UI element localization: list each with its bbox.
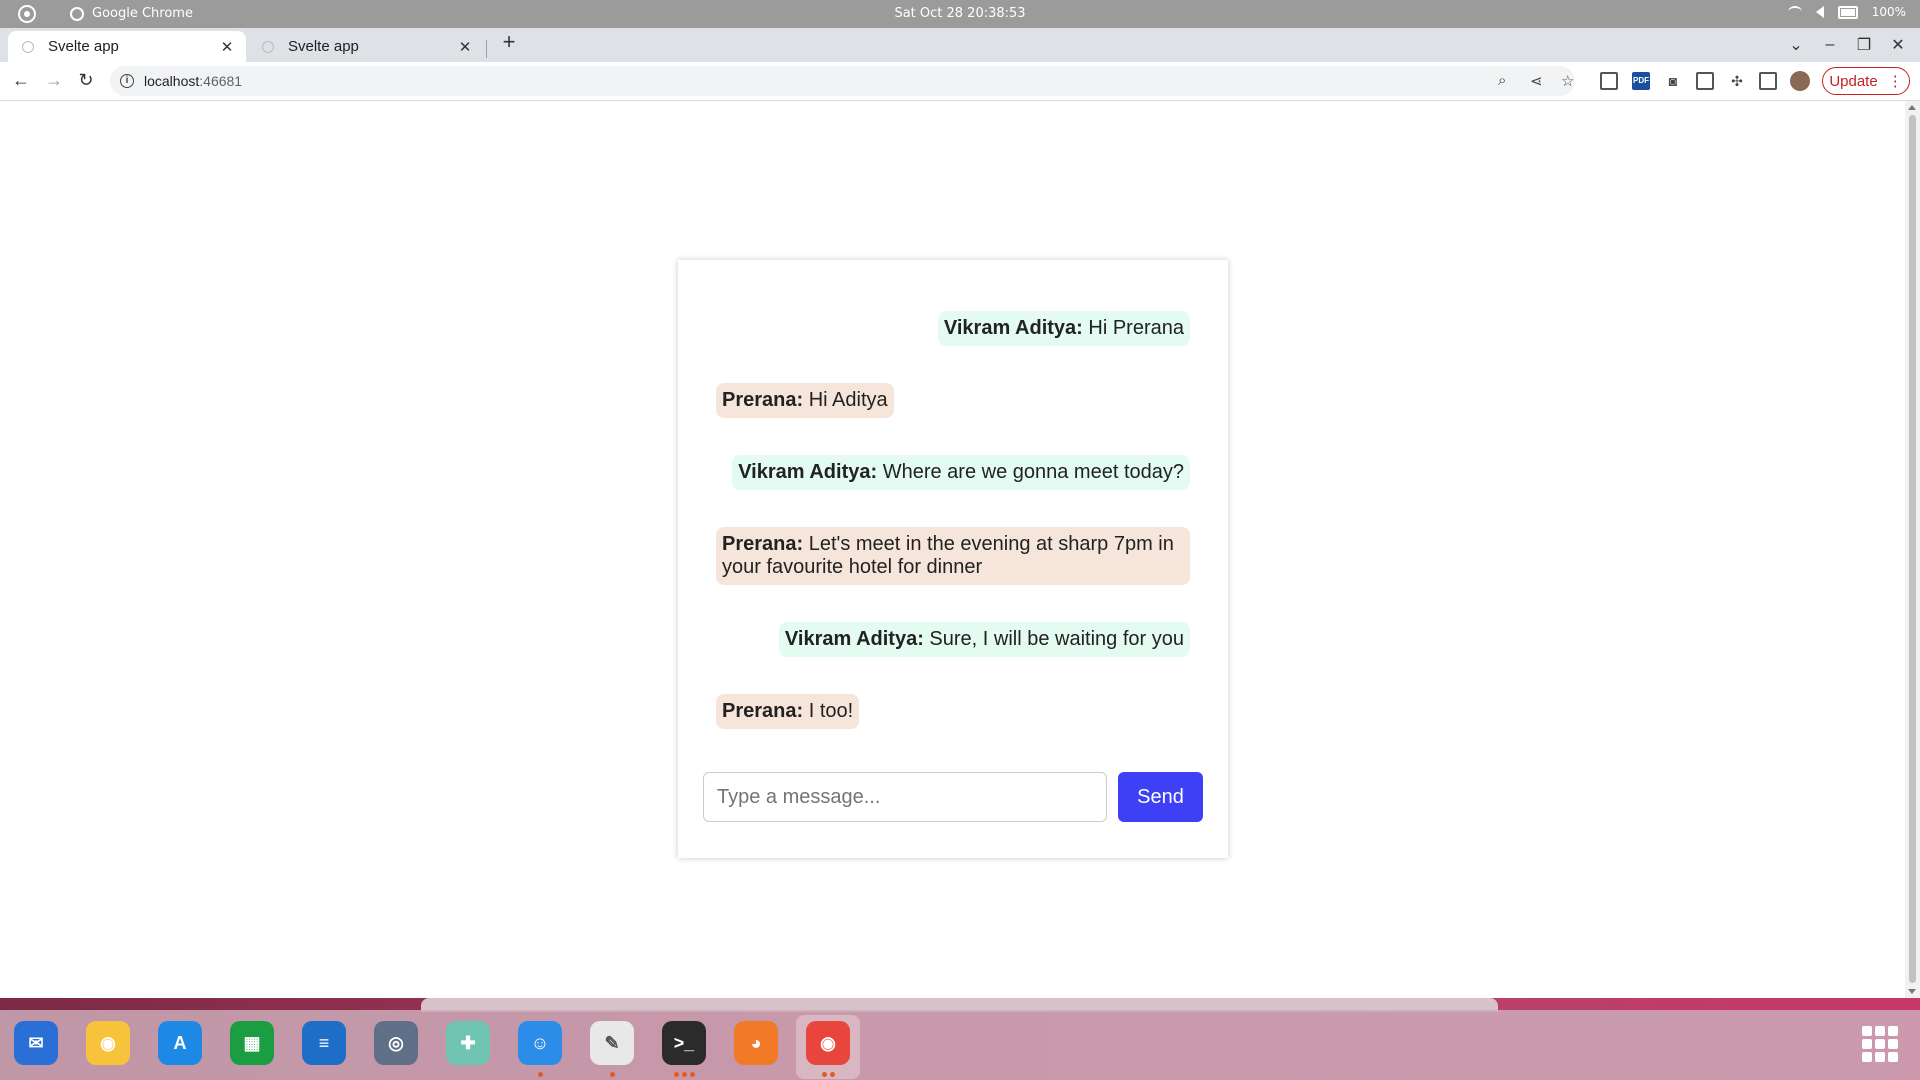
- running-indicator: [682, 1072, 687, 1077]
- side-panel-icon[interactable]: [1759, 72, 1777, 90]
- tab-strip: Svelte app ✕ Svelte app ✕: [0, 28, 1920, 62]
- os-top-bar: Google Chrome Sat Oct 28 20:38:53 100%: [0, 0, 1920, 28]
- clock[interactable]: Sat Oct 28 20:38:53: [0, 6, 1920, 21]
- back-icon[interactable]: ←: [10, 70, 32, 91]
- chat-window: Vikram Aditya: Hi Prerana Prerana: Hi Ad…: [678, 260, 1228, 858]
- message-row: Vikram Aditya: Sure, I will be waiting f…: [716, 622, 1190, 657]
- writer-icon[interactable]: ≡: [302, 1021, 346, 1065]
- message-composer: Send: [703, 772, 1203, 822]
- message-bubble-sent: Vikram Aditya: Hi Prerana: [937, 311, 1190, 346]
- dock: [0, 1010, 1920, 1080]
- message-input[interactable]: [703, 772, 1107, 822]
- system-tray[interactable]: 100%: [1787, 5, 1906, 19]
- tab-close-icon[interactable]: ✕: [456, 38, 474, 56]
- message-sender: Vikram Aditya:: [943, 317, 1083, 339]
- tab-favicon: [22, 40, 34, 53]
- message-text: Sure, I will be waiting for you: [923, 628, 1184, 650]
- calc-icon[interactable]: ▦: [230, 1021, 274, 1065]
- running-indicator: [822, 1072, 827, 1077]
- message-sender: Prerana:: [722, 389, 804, 411]
- bookmark-star-icon[interactable]: ☆: [1561, 72, 1574, 90]
- reload-icon[interactable]: ↻: [75, 70, 97, 91]
- message-row: Prerana: Hi Aditya: [716, 383, 1190, 418]
- message-text: Where are we gonna meet today?: [877, 461, 1184, 483]
- message-row: Vikram Aditya: Hi Prerana: [716, 311, 1190, 346]
- extension-icon[interactable]: [1600, 72, 1618, 90]
- show-apps-icon[interactable]: [1862, 1026, 1898, 1062]
- message-sender: Vikram Aditya:: [784, 628, 924, 650]
- profile-avatar[interactable]: [1790, 71, 1810, 91]
- close-window-icon[interactable]: ✕: [1890, 35, 1906, 55]
- scroll-down-icon[interactable]: [1908, 989, 1916, 994]
- message-bubble-sent: Vikram Aditya: Sure, I will be waiting f…: [778, 622, 1190, 657]
- message-text: Hi Aditya: [803, 389, 888, 411]
- message-bubble-received: Prerana: Hi Aditya: [716, 383, 894, 418]
- message-text: I too!: [803, 700, 854, 722]
- page-scrollbar[interactable]: [1905, 101, 1920, 998]
- message-bubble-received: Prerana: I too!: [716, 694, 860, 729]
- volume-icon: [1815, 6, 1824, 18]
- running-indicator: [538, 1072, 543, 1077]
- forward-icon[interactable]: →: [43, 70, 65, 91]
- battery-level: 100%: [1871, 5, 1906, 19]
- chrome-icon[interactable]: ◉: [806, 1021, 850, 1065]
- camera-icon[interactable]: ◙: [1664, 72, 1682, 90]
- browser-toolbar: ← → ↻ i localhost:46681 ⌕ ⋖ ☆ PDF ◙ ✣ Up…: [0, 62, 1920, 101]
- scrollbar-thumb[interactable]: [1909, 115, 1916, 983]
- message-sender: Prerana:: [722, 533, 804, 555]
- running-indicator: [610, 1072, 615, 1077]
- minimize-icon[interactable]: –: [1822, 36, 1838, 54]
- scroll-up-icon[interactable]: [1908, 105, 1916, 110]
- update-button[interactable]: Update ⋮: [1822, 67, 1910, 95]
- message-bubble-sent: Vikram Aditya: Where are we gonna meet t…: [732, 455, 1190, 490]
- zoom-icon[interactable]: ⌕: [1498, 72, 1506, 89]
- tab-svelte-app-active[interactable]: Svelte app ✕: [8, 31, 246, 62]
- pdf-extension-icon[interactable]: PDF: [1632, 72, 1650, 90]
- app-center-icon[interactable]: A: [158, 1021, 202, 1065]
- running-indicator: [674, 1072, 679, 1077]
- edit-extension-icon[interactable]: [1696, 72, 1714, 90]
- tab-label: Svelte app: [288, 38, 359, 55]
- terminal-icon[interactable]: >_: [662, 1021, 706, 1065]
- wifi-icon: [1787, 6, 1802, 18]
- message-list: Vikram Aditya: Hi Prerana Prerana: Hi Ad…: [716, 311, 1190, 766]
- tab-separator: [486, 40, 487, 58]
- maximize-icon[interactable]: ❐: [1856, 35, 1872, 55]
- message-sender: Prerana:: [722, 700, 804, 722]
- new-tab-button[interactable]: +: [498, 31, 520, 53]
- running-indicator: [690, 1072, 695, 1077]
- send-button[interactable]: Send: [1118, 772, 1203, 822]
- message-row: Prerana: I too!: [716, 694, 1190, 729]
- tab-close-icon[interactable]: ✕: [218, 38, 236, 56]
- address-bar[interactable]: i localhost:46681 ⌕ ⋖ ☆: [110, 66, 1575, 96]
- message-text: Hi Prerana: [1082, 317, 1184, 339]
- thunderbird-icon[interactable]: ✉: [14, 1021, 58, 1065]
- rhythmbox-icon[interactable]: ◉: [86, 1021, 130, 1065]
- tab-label: Svelte app: [48, 38, 119, 55]
- help-icon[interactable]: ✚: [446, 1021, 490, 1065]
- share-icon[interactable]: ⋖: [1530, 72, 1543, 90]
- message-sender: Vikram Aditya:: [738, 461, 878, 483]
- window-controls: ⌄ – ❐ ✕: [1788, 28, 1920, 62]
- message-bubble-received: Prerana: Let's meet in the evening at sh…: [716, 527, 1190, 585]
- firefox-icon[interactable]: ◕: [734, 1021, 778, 1065]
- battery-icon: [1837, 5, 1858, 19]
- screenshot-icon[interactable]: ◎: [374, 1021, 418, 1065]
- finder-icon[interactable]: ☺: [518, 1021, 562, 1065]
- tab-search-icon[interactable]: ⌄: [1788, 35, 1804, 55]
- tab-svelte-app[interactable]: Svelte app ✕: [248, 31, 484, 62]
- site-info-icon[interactable]: i: [120, 74, 134, 88]
- running-indicator: [830, 1072, 835, 1077]
- message-row: Vikram Aditya: Where are we gonna meet t…: [716, 455, 1190, 490]
- message-row: Prerana: Let's meet in the evening at sh…: [716, 527, 1190, 585]
- more-menu-icon[interactable]: ⋮: [1888, 72, 1903, 90]
- text-editor-icon[interactable]: ✎: [590, 1021, 634, 1065]
- puzzle-icon[interactable]: ✣: [1728, 72, 1746, 90]
- tab-favicon: [262, 40, 274, 53]
- url-text[interactable]: localhost:46681: [144, 73, 242, 89]
